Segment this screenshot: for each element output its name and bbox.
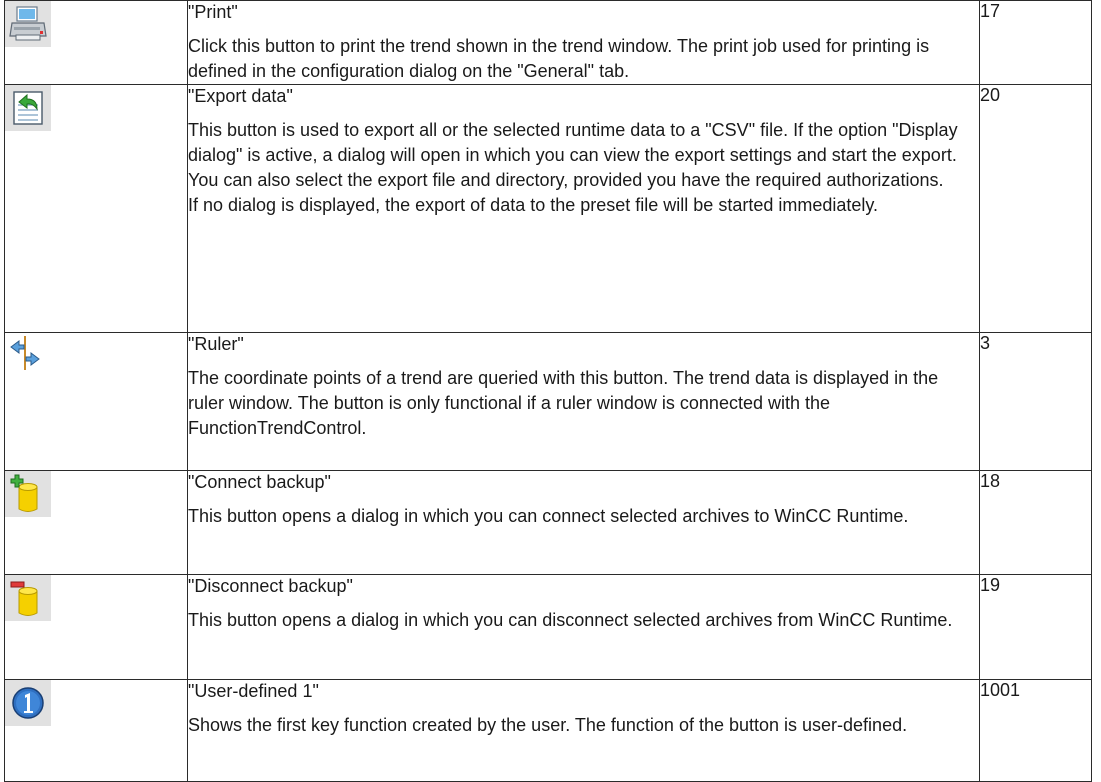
table-row: "Connect backup" This button opens a dia…	[4, 470, 1092, 575]
button-description: This button opens a dialog in which you …	[188, 610, 953, 630]
disconnect-backup-icon	[5, 575, 51, 621]
button-reference-table: "Print" Click this button to print the t…	[4, 0, 1092, 782]
export-data-icon	[5, 85, 51, 131]
connect-backup-icon	[5, 471, 51, 517]
description-cell: "Print" Click this button to print the t…	[187, 0, 980, 85]
table-row: "Ruler" The coordinate points of a trend…	[4, 332, 1092, 471]
icon-cell	[4, 84, 188, 333]
button-description: The coordinate points of a trend are que…	[188, 368, 939, 438]
table-row: "Print" Click this button to print the t…	[4, 0, 1092, 85]
icon-cell	[4, 679, 188, 782]
table-row: "Disconnect backup" This button opens a …	[4, 574, 1092, 680]
button-title: "Ruler"	[188, 334, 244, 354]
button-title: "Export data"	[188, 86, 293, 106]
description-cell: "Ruler" The coordinate points of a trend…	[187, 332, 980, 471]
description-cell: "Disconnect backup" This button opens a …	[187, 574, 980, 680]
icon-cell	[4, 470, 188, 575]
button-id: 3	[979, 332, 1092, 471]
user-defined-1-icon	[5, 680, 51, 726]
table-row: "Export data" This button is used to exp…	[4, 84, 1092, 333]
button-id: 1001	[979, 679, 1092, 782]
button-id: 20	[979, 84, 1092, 333]
button-description: Click this button to print the trend sho…	[188, 36, 930, 81]
button-id: 19	[979, 574, 1092, 680]
table-row: "User-defined 1" Shows the first key fun…	[4, 679, 1092, 782]
description-cell: "Export data" This button is used to exp…	[187, 84, 980, 333]
icon-cell	[4, 574, 188, 680]
button-title: "User-defined 1"	[188, 681, 319, 701]
button-title: "Disconnect backup"	[188, 576, 353, 596]
printer-icon	[5, 1, 51, 47]
button-description: This button is used to export all or the…	[188, 120, 958, 215]
button-title: "Print"	[188, 2, 238, 22]
icon-cell	[4, 0, 188, 85]
button-title: "Connect backup"	[188, 472, 331, 492]
button-id: 17	[979, 0, 1092, 85]
ruler-icon	[10, 336, 40, 370]
description-cell: "User-defined 1" Shows the first key fun…	[187, 679, 980, 782]
icon-cell	[4, 332, 188, 471]
description-cell: "Connect backup" This button opens a dia…	[187, 470, 980, 575]
button-id: 18	[979, 470, 1092, 575]
button-description: Shows the first key function created by …	[188, 715, 908, 735]
button-description: This button opens a dialog in which you …	[188, 506, 909, 526]
